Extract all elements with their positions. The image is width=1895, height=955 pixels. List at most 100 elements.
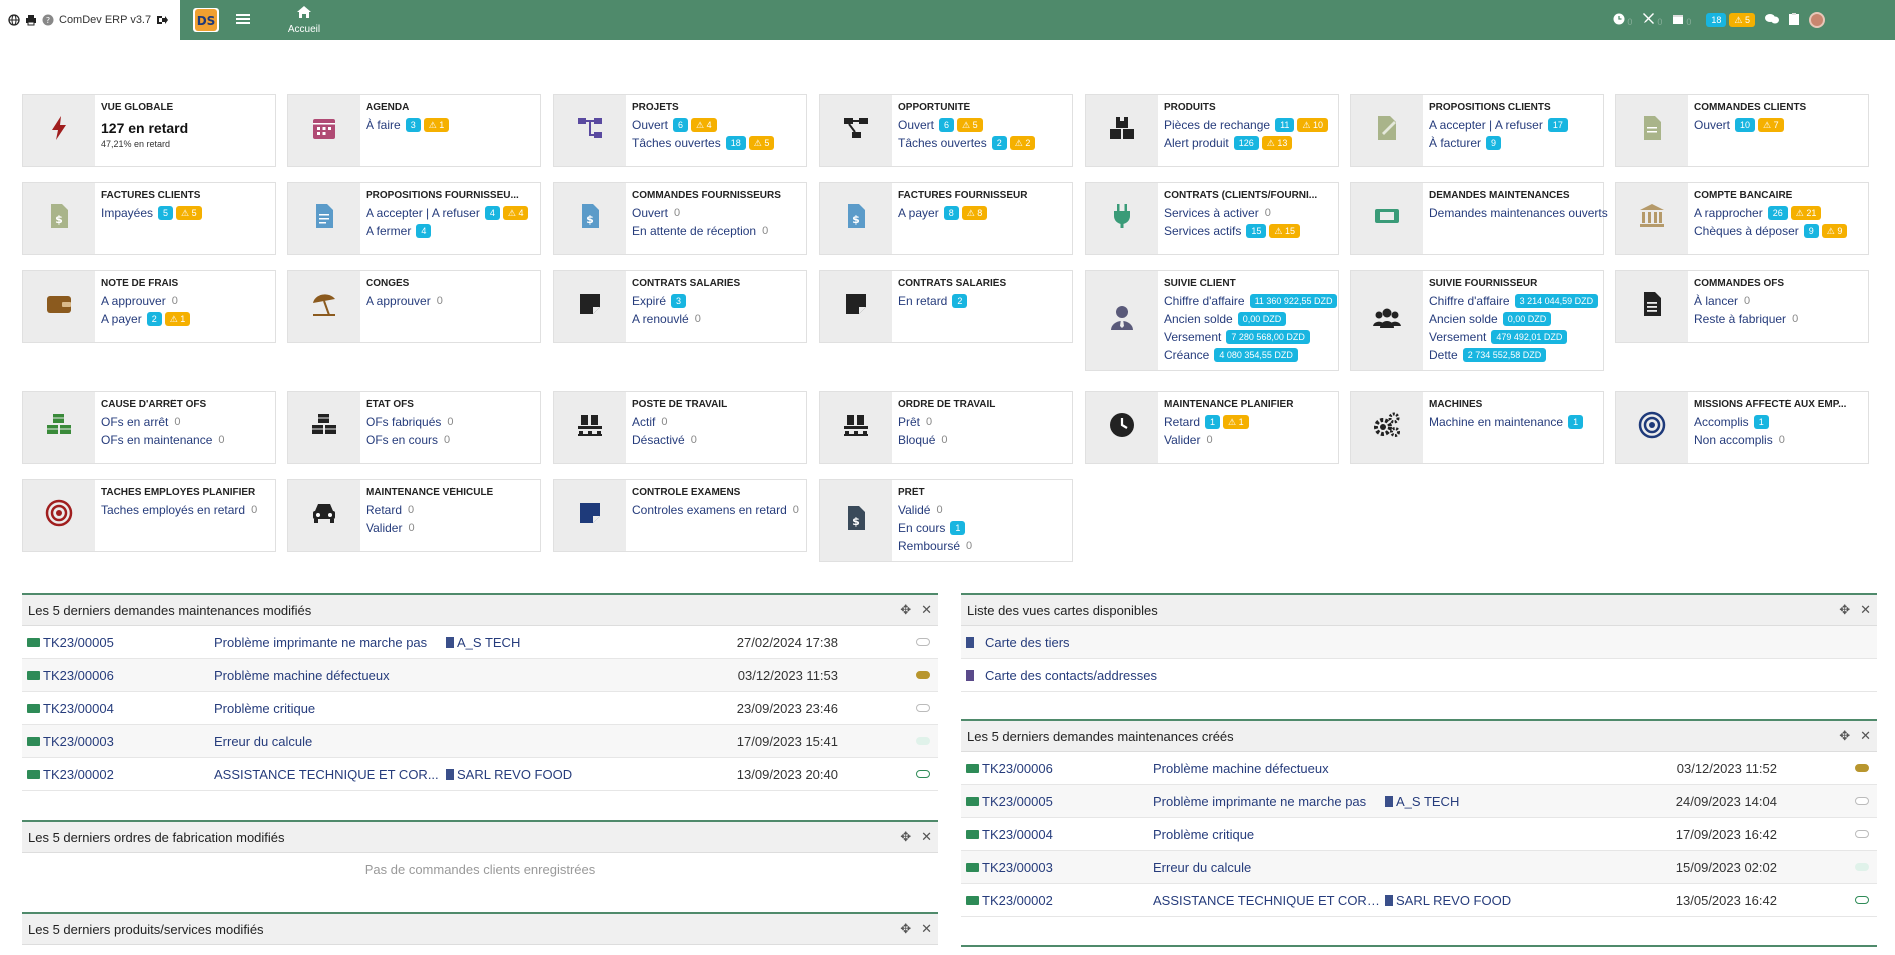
info-box-line[interactable]: Non accomplis 0: [1694, 431, 1866, 449]
info-box[interactable]: PROPOSITIONS FOURNISSEU... A accepter | A…: [287, 182, 541, 255]
info-box[interactable]: CONGÉS A approuver 0: [287, 270, 541, 343]
info-box-line[interactable]: Pièces de rechange 11 ⚠ 10: [1164, 116, 1336, 134]
ticket-ref[interactable]: TK23/00004: [966, 827, 1053, 842]
info-box[interactable]: COMMANDES CLIENTS Ouvert 10 ⚠ 7: [1615, 94, 1869, 167]
info-box[interactable]: ORDRE DE TRAVAIL Prêt 0 Bloqué 0: [819, 391, 1073, 464]
info-box-line[interactable]: Services à activer 0: [1164, 204, 1336, 222]
info-box[interactable]: MACHINES Machine en maintenance 1: [1350, 391, 1604, 464]
info-box[interactable]: VUE GLOBALE 127 en retard 47,21% en retard: [22, 94, 276, 167]
ticket-row[interactable]: TK23/00002 ASSISTANCE TECHNIQUE ET CORREC…: [961, 884, 1877, 917]
info-box[interactable]: MISSIONS AFFECTÉ AUX EMP... Accomplis 1 Non…: [1615, 391, 1869, 464]
info-box-line[interactable]: À faire 3 ⚠ 1: [366, 116, 538, 134]
info-box-line[interactable]: Créance 4 080 354,55 DZD: [1164, 346, 1336, 364]
info-box-line[interactable]: Bloqué 0: [898, 431, 1070, 449]
ticket-row[interactable]: TK23/00005 Problème imprimante ne marche …: [22, 626, 938, 659]
ticket-ref[interactable]: TK23/00005: [966, 794, 1053, 809]
ticket-ref[interactable]: TK23/00003: [966, 860, 1053, 875]
map-link-contacts[interactable]: Carte des contacts/addresses: [961, 659, 1877, 692]
info-box-line[interactable]: Services actifs 15 ⚠ 15: [1164, 222, 1336, 240]
info-box-line[interactable]: A renouvlé 0: [632, 310, 804, 328]
info-box-line[interactable]: Retard 0: [366, 501, 538, 519]
info-box[interactable]: CONTRATS SALARIÉS En retard 2: [819, 270, 1073, 343]
info-box[interactable]: PROJETS Ouvert 6 ⚠ 4 Tâches ouvertes 18 ⚠ 5: [553, 94, 807, 167]
ticket-company[interactable]: SARL REVO FOOD: [1385, 893, 1511, 908]
info-box-line[interactable]: Chèques à déposer 9 ⚠ 9: [1694, 222, 1866, 240]
ticket-company[interactable]: A_S TECH: [1385, 794, 1459, 809]
info-box[interactable]: COMMANDES OFS À lancer 0 Reste à fabriquer 0: [1615, 270, 1869, 343]
info-box-line[interactable]: Alert produit 126 ⚠ 13: [1164, 134, 1336, 152]
close-icon[interactable]: ✕: [1860, 728, 1871, 744]
printer-icon[interactable]: [25, 14, 37, 26]
info-box-line[interactable]: A rapprocher 26 ⚠ 21: [1694, 204, 1866, 222]
ticket-ref[interactable]: TK23/00002: [27, 767, 114, 782]
info-box[interactable]: MAINTENANCE PLANIFIER Retard 1 ⚠ 1 Valider 0: [1085, 391, 1339, 464]
ticket-label[interactable]: Problème machine défectueux: [214, 668, 390, 683]
info-box-line[interactable]: Versement 7 280 568,00 DZD: [1164, 328, 1336, 346]
info-box[interactable]: MAINTENANCE VÉHICULE Retard 0 Valider 0: [287, 479, 541, 552]
info-box-line[interactable]: A payer 8 ⚠ 8: [898, 204, 1070, 222]
info-box-line[interactable]: Impayées 5 ⚠ 5: [101, 204, 273, 222]
info-box[interactable]: CONTROLE EXAMENS Controles examens en ret…: [553, 479, 807, 552]
info-box-line[interactable]: Valider 0: [366, 519, 538, 537]
info-box-line[interactable]: Ancien solde 0,00 DZD: [1164, 310, 1336, 328]
info-box[interactable]: DEMANDES MAINTENANCES Demandes maintenanc…: [1350, 182, 1608, 255]
info-box-line[interactable]: Ouvert 6 ⚠ 5: [898, 116, 1070, 134]
ticket-label[interactable]: Problème imprimante ne marche pas: [1153, 794, 1366, 809]
info-box[interactable]: PRODUITS Pièces de rechange 11 ⚠ 10 Alert pr…: [1085, 94, 1339, 167]
info-box-line[interactable]: En attente de réception 0: [632, 222, 804, 240]
info-box[interactable]: NOTE DE FRAIS A approuver 0 A payer 2 ⚠ 1: [22, 270, 276, 343]
tools-icon[interactable]: 0: [1642, 12, 1662, 28]
info-box-line[interactable]: Expiré 3: [632, 292, 804, 310]
info-box-line[interactable]: Actif 0: [632, 413, 804, 431]
info-box-line[interactable]: OFs en cours 0: [366, 431, 538, 449]
info-box-line[interactable]: En cours 1: [898, 519, 1070, 537]
ticket-ref[interactable]: TK23/00005: [27, 635, 114, 650]
info-box[interactable]: PROPOSITIONS CLIENTS A accepter | A refus…: [1350, 94, 1604, 167]
close-icon[interactable]: ✕: [1860, 602, 1871, 618]
move-icon[interactable]: ✥: [1839, 728, 1850, 744]
info-box-line[interactable]: Ouvert 0: [632, 204, 804, 222]
info-box[interactable]: CONTRATS (CLIENTS/FOURNI... Services à ac…: [1085, 182, 1339, 255]
info-box-line[interactable]: A fermer 4: [366, 222, 538, 240]
info-box-line[interactable]: Reste à fabriquer 0: [1694, 310, 1866, 328]
ticket-row[interactable]: TK23/00003 Erreur du calcule 17/09/2023 15…: [22, 725, 938, 758]
info-box[interactable]: CAUSE D'ARRÊT OFS OFs en arrêt 0 OFs en mai…: [22, 391, 276, 464]
info-box-line[interactable]: A approuver 0: [366, 292, 538, 310]
info-box-line[interactable]: OFs en maintenance 0: [101, 431, 273, 449]
ticket-row[interactable]: TK23/00006 Problème machine défectueux 03/…: [22, 659, 938, 692]
info-box-line[interactable]: Controles examens en retard 0: [632, 501, 804, 519]
info-box[interactable]: AGENDA À faire 3 ⚠ 1: [287, 94, 541, 167]
info-box[interactable]: SUIVIE CLIENT Chiffre d'affaire 11 360 922…: [1085, 270, 1339, 371]
ticket-label[interactable]: Problème imprimante ne marche pas: [214, 635, 427, 650]
ticket-label[interactable]: Erreur du calcule: [1153, 860, 1251, 875]
ticket-row[interactable]: TK23/00004 Problème critique 17/09/2023 16…: [961, 818, 1877, 851]
info-box[interactable]: POSTE DE TRAVAIL Actif 0 Désactivé 0: [553, 391, 807, 464]
info-box-line[interactable]: Désactivé 0: [632, 431, 804, 449]
info-box-line[interactable]: Remboursé 0: [898, 537, 1070, 555]
info-box-line[interactable]: Versement 479 492,01 DZD: [1429, 328, 1601, 346]
info-box-line[interactable]: Accomplis 1: [1694, 413, 1866, 431]
info-box-line[interactable]: Ouvert 10 ⚠ 7: [1694, 116, 1866, 134]
hamburger-menu-icon[interactable]: [236, 12, 250, 26]
ticket-row[interactable]: TK23/00002 ASSISTANCE TECHNIQUE ET COR...…: [22, 758, 938, 791]
ticket-ref[interactable]: TK23/00004: [27, 701, 114, 716]
ticket-ref[interactable]: TK23/00006: [27, 668, 114, 683]
info-box-line[interactable]: Machine en maintenance 1: [1429, 413, 1601, 431]
ticket-row[interactable]: TK23/00006 Problème machine défectueux 03/…: [961, 752, 1877, 785]
info-box-line[interactable]: A accepter | A refuser 4 ⚠ 4: [366, 204, 538, 222]
info-box-line[interactable]: Prêt 0: [898, 413, 1070, 431]
ticket-label[interactable]: ASSISTANCE TECHNIQUE ET CORRECTION DE...: [1153, 893, 1383, 908]
user-avatar[interactable]: [1809, 12, 1825, 28]
help-icon[interactable]: ?: [42, 14, 54, 26]
ticket-row[interactable]: TK23/00004 Problème critique 23/09/2023 23…: [22, 692, 938, 725]
info-box[interactable]: SUIVIE FOURNISSEUR Chiffre d'affaire 3 214…: [1350, 270, 1604, 371]
info-box[interactable]: COMPTE BANCAIRE A rapprocher 26 ⚠ 21 Chèques…: [1615, 182, 1869, 255]
info-box-line[interactable]: Dette 2 734 552,58 DZD: [1429, 346, 1601, 364]
info-box-line[interactable]: Chiffre d'affaire 3 214 044,59 DZD: [1429, 292, 1601, 310]
ticket-row[interactable]: TK23/00005 Problème imprimante ne marche …: [961, 785, 1877, 818]
logout-icon[interactable]: [156, 14, 169, 26]
company-logo[interactable]: DS: [193, 8, 219, 32]
info-box-line[interactable]: Taches employés en retard 0: [101, 501, 273, 519]
move-icon[interactable]: ✥: [1839, 602, 1850, 618]
ticket-label[interactable]: Problème machine défectueux: [1153, 761, 1329, 776]
